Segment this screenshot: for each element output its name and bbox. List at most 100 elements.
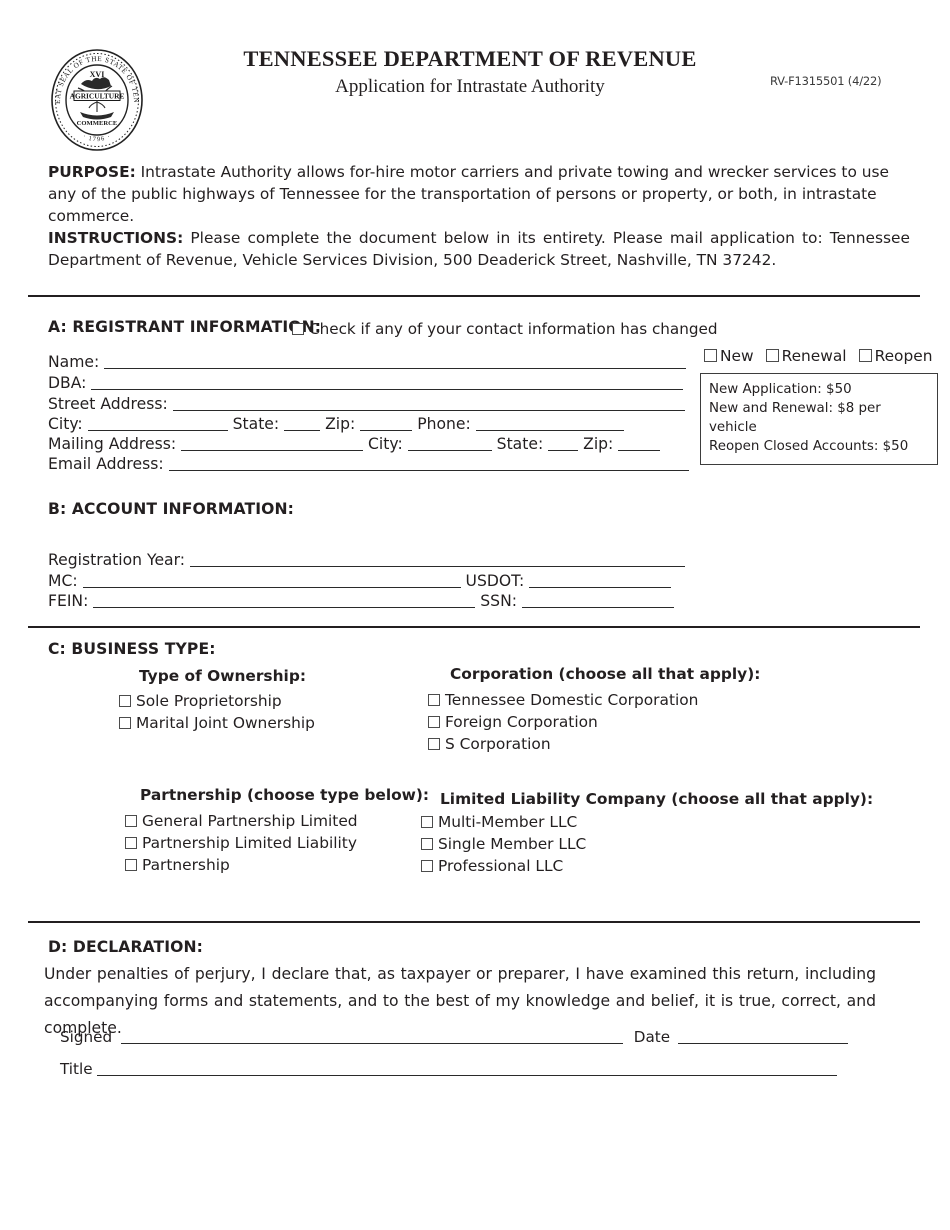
single-member-llc-checkbox[interactable] — [421, 838, 433, 850]
title-label: Title — [60, 1060, 93, 1078]
partnership-limited-liability-checkbox[interactable] — [125, 837, 137, 849]
dba-label: DBA: — [48, 374, 87, 392]
new-label: New — [720, 347, 754, 365]
section-divider-a — [28, 295, 920, 297]
single-member-llc-label: Single Member LLC — [438, 835, 587, 853]
foreign-corporation-checkbox[interactable] — [428, 716, 440, 728]
application-type-reopen[interactable]: Reopen — [858, 347, 933, 365]
section-divider-c — [28, 626, 920, 628]
form-page: THE GREAT SEAL OF THE STATE OF TENNESSEE… — [0, 0, 950, 1230]
contact-changed-label: Check if any of your contact information… — [309, 320, 718, 338]
contact-changed-checkbox-row[interactable]: Check if any of your contact information… — [292, 320, 717, 338]
group-title-corporation: Corporation (choose all that apply): — [450, 665, 761, 683]
state-input[interactable] — [284, 416, 321, 431]
checkbox-group-corporation: Tennessee Domestic Corporation Foreign C… — [428, 689, 698, 755]
phone-input[interactable] — [475, 416, 624, 431]
form-number: RV-F1315501 (4/22) — [770, 74, 882, 88]
option-tennessee-domestic-corporation[interactable]: Tennessee Domestic Corporation — [428, 689, 698, 711]
option-foreign-corporation[interactable]: Foreign Corporation — [428, 711, 698, 733]
mailing-state-input[interactable] — [548, 436, 579, 451]
new-checkbox[interactable] — [704, 349, 717, 362]
field-row-street-address: Street Address: — [48, 394, 685, 415]
field-row-dba: DBA: — [48, 373, 684, 394]
field-row-city-state-zip-phone: City: State: Zip: Phone: — [48, 414, 624, 435]
contact-changed-checkbox[interactable] — [292, 323, 304, 335]
section-heading-c: C: BUSINESS TYPE: — [48, 640, 216, 658]
professional-llc-label: Professional LLC — [438, 857, 564, 875]
usdot-input[interactable] — [529, 573, 672, 588]
s-corporation-checkbox[interactable] — [428, 738, 440, 750]
multi-member-llc-label: Multi-Member LLC — [438, 813, 578, 831]
form-header: THE GREAT SEAL OF THE STATE OF TENNESSEE… — [0, 22, 950, 151]
mailing-city-label: City: — [368, 435, 403, 453]
fein-label: FEIN: — [48, 592, 89, 610]
dba-input[interactable] — [91, 375, 684, 390]
checkbox-group-llc: Multi-Member LLC Single Member LLC Profe… — [421, 811, 586, 877]
mailing-address-label: Mailing Address: — [48, 435, 177, 453]
field-row-signed-date: Signed Date — [60, 1027, 848, 1048]
option-single-member-llc[interactable]: Single Member LLC — [421, 833, 586, 855]
mailing-city-input[interactable] — [407, 436, 492, 451]
application-type-renewal[interactable]: Renewal — [765, 347, 847, 365]
field-row-email-address: Email Address: — [48, 454, 689, 475]
option-s-corporation[interactable]: S Corporation — [428, 733, 698, 755]
svg-text:AGRICULTURE: AGRICULTURE — [70, 92, 125, 101]
sole-proprietorship-label: Sole Proprietorship — [136, 692, 282, 710]
section-divider-d — [28, 921, 920, 923]
date-label: Date — [633, 1028, 671, 1046]
option-sole-proprietorship[interactable]: Sole Proprietorship — [119, 690, 315, 712]
zip-input[interactable] — [360, 416, 413, 431]
marital-joint-ownership-checkbox[interactable] — [119, 717, 131, 729]
header-title-block: TENNESSEE DEPARTMENT OF REVENUE Applicat… — [200, 46, 740, 99]
street-address-input[interactable] — [172, 396, 685, 411]
renewal-checkbox[interactable] — [765, 349, 779, 362]
tennessee-state-seal-icon: THE GREAT SEAL OF THE STATE OF TENNESSEE… — [50, 48, 144, 152]
option-partnership-limited-liability[interactable]: Partnership Limited Liability — [125, 832, 358, 854]
state-label: State: — [232, 415, 280, 433]
instructions-label: INSTRUCTIONS: — [48, 229, 184, 247]
email-address-label: Email Address: — [48, 455, 164, 473]
application-type-new[interactable]: New — [704, 347, 754, 365]
field-row-mc-usdot: MC: USDOT: — [48, 571, 672, 592]
sole-proprietorship-checkbox[interactable] — [119, 695, 131, 707]
application-type-options: New Renewal Reopen — [704, 347, 932, 365]
mailing-address-input[interactable] — [181, 436, 364, 451]
fee-line-new-and-renewal: New and Renewal: $8 per vehicle — [709, 401, 881, 436]
reopen-checkbox[interactable] — [858, 349, 872, 362]
signature-input[interactable] — [120, 1029, 623, 1044]
city-input[interactable] — [87, 416, 228, 431]
purpose-paragraph: PURPOSE: Intrastate Authority allows for… — [48, 162, 910, 228]
fein-input[interactable] — [93, 593, 476, 608]
option-multi-member-llc[interactable]: Multi-Member LLC — [421, 811, 586, 833]
checkbox-group-ownership: Sole Proprietorship Marital Joint Owners… — [119, 690, 315, 734]
field-row-name: Name: — [48, 352, 687, 373]
instructions-paragraph: INSTRUCTIONS: Please complete the docume… — [48, 228, 910, 272]
email-address-input[interactable] — [168, 456, 689, 471]
title-input[interactable] — [97, 1061, 838, 1076]
date-input[interactable] — [677, 1029, 848, 1044]
multi-member-llc-checkbox[interactable] — [421, 816, 433, 828]
group-title-partnership: Partnership (choose type below): — [140, 786, 430, 804]
partnership-label: Partnership — [142, 856, 230, 874]
option-marital-joint-ownership[interactable]: Marital Joint Ownership — [119, 712, 315, 734]
field-row-registration-year: Registration Year: — [48, 550, 685, 571]
registration-year-input[interactable] — [189, 552, 685, 567]
purpose-text: Intrastate Authority allows for-hire mot… — [48, 163, 890, 225]
general-partnership-limited-checkbox[interactable] — [125, 815, 137, 827]
renewal-label: Renewal — [781, 347, 847, 365]
partnership-checkbox[interactable] — [125, 859, 137, 871]
option-professional-llc[interactable]: Professional LLC — [421, 855, 586, 877]
reopen-label: Reopen — [874, 347, 933, 365]
tennessee-domestic-corporation-checkbox[interactable] — [428, 694, 440, 706]
field-row-fein-ssn: FEIN: SSN: — [48, 591, 674, 612]
mc-input[interactable] — [82, 573, 461, 588]
section-heading-b: B: ACCOUNT INFORMATION: — [48, 500, 294, 518]
ssn-input[interactable] — [521, 593, 674, 608]
s-corporation-label: S Corporation — [445, 735, 551, 753]
option-general-partnership-limited[interactable]: General Partnership Limited — [125, 810, 358, 832]
option-partnership[interactable]: Partnership — [125, 854, 358, 876]
mailing-zip-input[interactable] — [618, 436, 661, 451]
professional-llc-checkbox[interactable] — [421, 860, 433, 872]
name-input[interactable] — [104, 354, 687, 369]
fee-schedule-box: New Application: $50 New and Renewal: $8… — [700, 373, 938, 466]
